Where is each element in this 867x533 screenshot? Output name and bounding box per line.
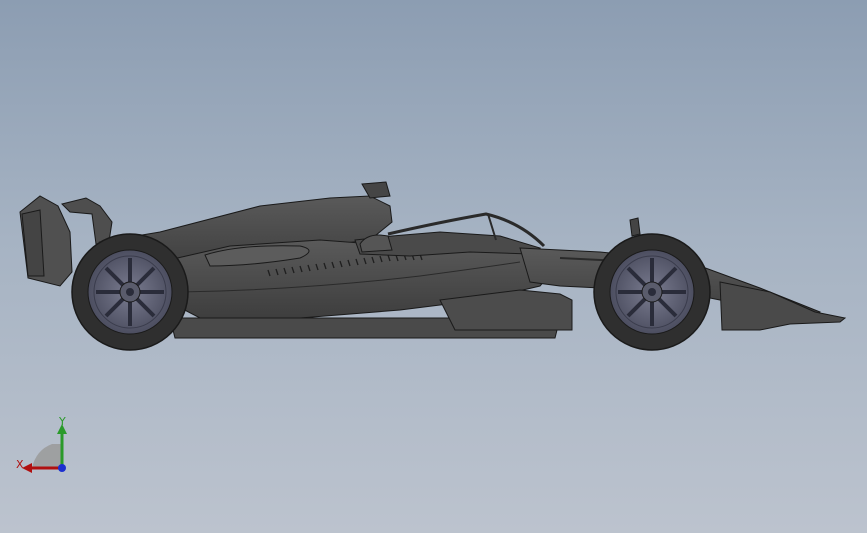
triad-x-label: X (16, 458, 24, 471)
front-wheel (593, 233, 711, 351)
front-wing (719, 281, 847, 331)
triad-y-label: Y (59, 415, 66, 428)
rear-wing-endplate (21, 209, 45, 277)
mirror (629, 217, 641, 237)
airbox (361, 181, 391, 199)
f1-car-model[interactable] (0, 0, 867, 533)
rear-wheel (71, 233, 189, 351)
reference-triad[interactable]: X Y (12, 412, 76, 480)
graphics-viewport[interactable]: X Y (0, 0, 867, 533)
